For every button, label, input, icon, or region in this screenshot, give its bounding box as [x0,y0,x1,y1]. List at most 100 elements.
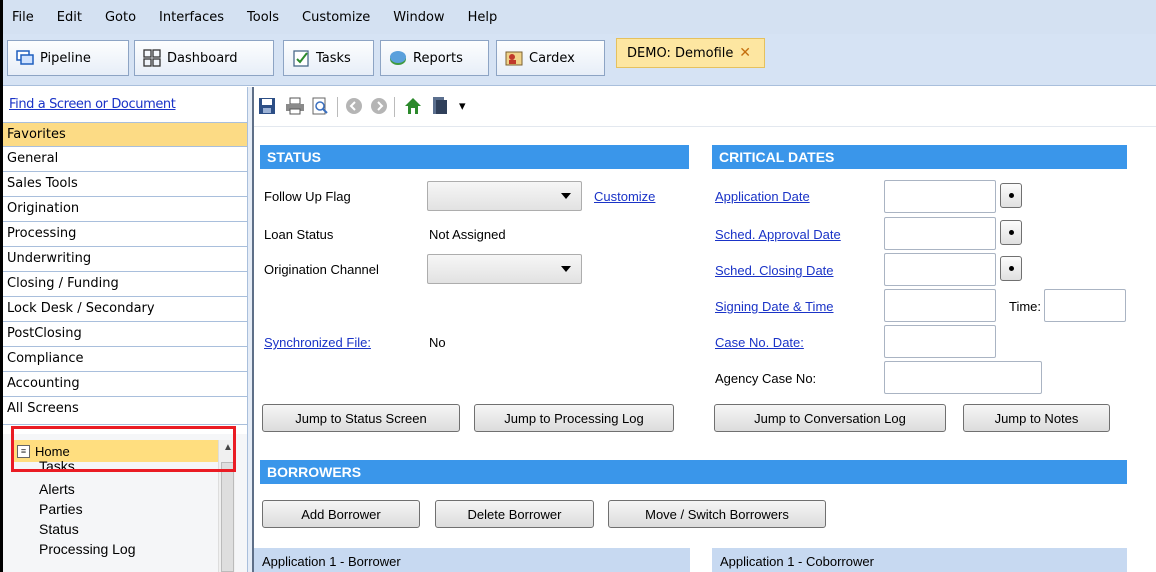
synchronized-file-link[interactable]: Synchronized File: [264,335,371,350]
follow-up-flag-dropdown[interactable] [427,181,582,211]
panel-splitter[interactable] [247,87,254,572]
case-no-date-link[interactable]: Case No. Date: [715,335,804,350]
customize-link[interactable]: Customize [594,189,655,204]
cardex-button[interactable]: Cardex [496,40,605,76]
sub-item-alerts[interactable]: Alerts [39,481,75,497]
signing-date-time-link[interactable]: Signing Date & Time [715,299,834,314]
scroll-thumb[interactable] [221,462,234,572]
application-1-borrower-header: Application 1 - Borrower [254,548,690,572]
application-date-calendar-button[interactable] [1000,183,1022,208]
critical-dates-header: CRITICAL DATES [712,145,1127,169]
signing-date-input[interactable] [884,289,996,322]
synchronized-file-value: No [429,335,446,350]
move-switch-borrowers-button[interactable]: Move / Switch Borrowers [608,500,826,528]
dropdown-arrow-icon [561,193,571,199]
signing-time-input[interactable] [1044,289,1126,322]
menu-interfaces[interactable]: Interfaces [159,10,224,25]
sidebar-category-all-screens[interactable]: All Screens [3,397,247,425]
dashboard-icon [143,49,161,67]
screen-toolbar: ▾ [254,87,1156,127]
menu-customize[interactable]: Customize [302,10,370,25]
menu-bar: File Edit Goto Interfaces Tools Customiz… [3,0,1156,34]
sidebar-category-favorites[interactable]: Favorites [3,122,247,147]
delete-borrower-button[interactable]: Delete Borrower [435,500,594,528]
sidebar-category-general[interactable]: General [3,147,247,172]
pipeline-label: Pipeline [40,50,91,66]
jump-to-status-screen-button[interactable]: Jump to Status Screen [262,404,460,432]
tasks-button[interactable]: Tasks [283,40,374,76]
add-borrower-button[interactable]: Add Borrower [262,500,420,528]
sched-approval-date-input[interactable] [884,217,996,250]
menu-edit[interactable]: Edit [57,10,82,25]
sched-closing-date-link[interactable]: Sched. Closing Date [715,263,834,278]
dropdown-arrow-icon [561,266,571,272]
sidebar-category-lock-desk[interactable]: Lock Desk / Secondary [3,297,247,322]
close-icon[interactable]: ✕ [739,45,751,61]
dashboard-label: Dashboard [167,50,238,66]
cardex-icon [505,51,523,66]
sub-item-processing-log[interactable]: Processing Log [39,541,136,557]
sub-item-parties[interactable]: Parties [39,501,83,517]
sched-closing-date-input[interactable] [884,253,996,286]
sidebar-category-postclosing[interactable]: PostClosing [3,322,247,347]
home-screen-content: STATUS Follow Up Flag Customize Loan Sta… [254,128,1156,572]
sched-approval-date-calendar-button[interactable] [1000,220,1022,245]
application-1-coborrower-header: Application 1 - Coborrower [712,548,1127,572]
cardex-label: Cardex [529,50,575,66]
origination-channel-label: Origination Channel [264,262,379,277]
tasks-label: Tasks [316,50,351,66]
menu-goto[interactable]: Goto [105,10,136,25]
sidebar-category-sales-tools[interactable]: Sales Tools [3,172,247,197]
file-tab[interactable]: DEMO: Demofile ✕ [616,38,765,68]
document-icon[interactable] [431,96,449,116]
separator [337,97,338,117]
chevron-down-icon[interactable]: ▾ [459,98,466,114]
menu-file[interactable]: File [12,10,34,25]
sidebar-category-origination[interactable]: Origination [3,197,247,222]
application-date-link[interactable]: Application Date [715,189,810,204]
navigation-sidebar: Find a Screen or Document Favorites Gene… [3,87,247,572]
jump-to-notes-button[interactable]: Jump to Notes [963,404,1110,432]
sidebar-category-compliance[interactable]: Compliance [3,347,247,372]
menu-help[interactable]: Help [468,10,498,25]
main-panel: ▾ STATUS Follow Up Flag Customize Loan S… [254,87,1156,572]
agency-case-no-label: Agency Case No: [715,371,817,386]
print-icon[interactable] [285,97,305,115]
sidebar-category-underwriting[interactable]: Underwriting [3,247,247,272]
case-no-date-input[interactable] [884,325,996,358]
menu-window[interactable]: Window [393,10,444,25]
sched-closing-date-calendar-button[interactable] [1000,256,1022,281]
reports-icon [390,51,406,65]
jump-to-processing-log-button[interactable]: Jump to Processing Log [474,404,674,432]
main-toolbar: Pipeline Dashboard Tasks Reports Cardex [3,34,1156,86]
loan-status-value: Not Assigned [429,227,506,242]
dashboard-button[interactable]: Dashboard [134,40,274,76]
find-screen-link[interactable]: Find a Screen or Document [9,97,176,112]
origination-channel-dropdown[interactable] [427,254,582,284]
jump-to-conversation-log-button[interactable]: Jump to Conversation Log [714,404,946,432]
loan-status-label: Loan Status [264,227,334,242]
reports-button[interactable]: Reports [380,40,489,76]
sidebar-category-processing[interactable]: Processing [3,222,247,247]
back-icon[interactable] [345,97,363,115]
follow-up-flag-label: Follow Up Flag [264,189,351,204]
save-icon[interactable] [258,97,276,115]
reports-label: Reports [413,50,463,66]
time-label: Time: [1009,299,1042,314]
pipeline-button[interactable]: Pipeline [7,40,129,76]
menu-tools[interactable]: Tools [247,10,279,25]
highlight-box [11,426,236,472]
pipeline-icon [16,50,34,65]
status-header: STATUS [260,145,689,169]
application-date-input[interactable] [884,180,996,213]
sidebar-category-accounting[interactable]: Accounting [3,372,247,397]
forward-icon[interactable] [370,97,388,115]
home-icon[interactable] [403,96,423,116]
agency-case-no-input[interactable] [884,361,1042,394]
sub-item-status[interactable]: Status [39,521,79,537]
borrowers-header: BORROWERS [260,460,1127,484]
preview-icon[interactable] [311,97,329,115]
tasks-icon [293,50,309,67]
sched-approval-date-link[interactable]: Sched. Approval Date [715,227,841,242]
sidebar-category-closing-funding[interactable]: Closing / Funding [3,272,247,297]
